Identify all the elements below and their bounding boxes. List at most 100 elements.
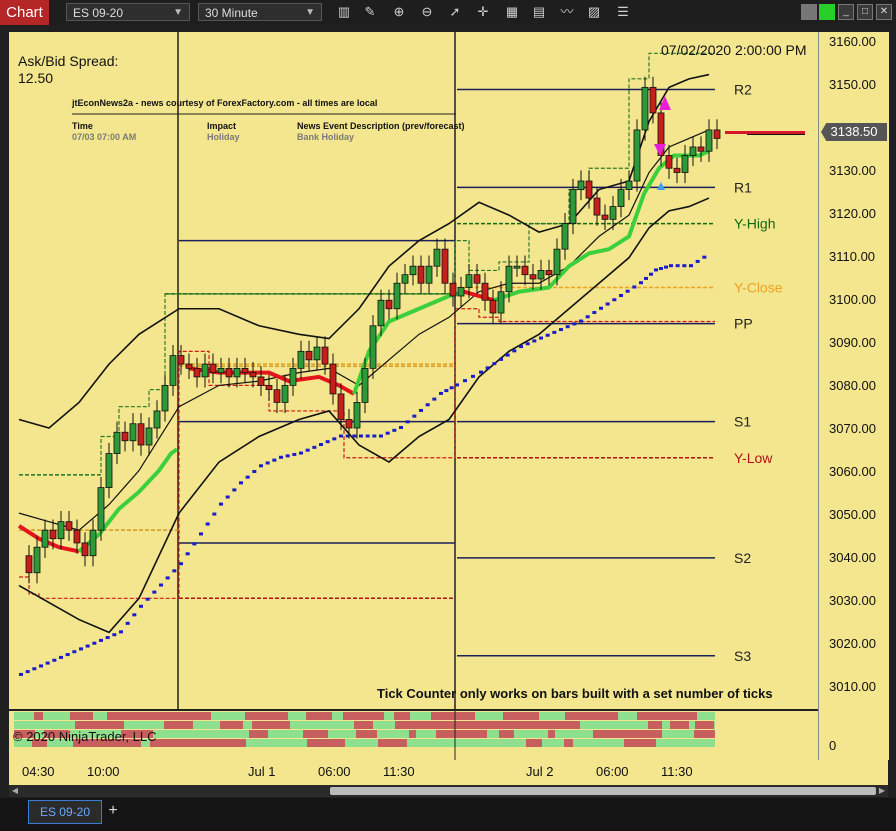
price-axis-tick: 3070.00 bbox=[829, 421, 876, 436]
candle bbox=[529, 274, 537, 280]
price-axis-tick: 3150.00 bbox=[829, 77, 876, 92]
candle bbox=[297, 350, 305, 369]
tick-counter-block bbox=[75, 721, 97, 729]
candle bbox=[377, 299, 385, 327]
interval-selector[interactable]: 30 Minute ▼ bbox=[198, 3, 322, 21]
parabolic-dot bbox=[419, 408, 423, 412]
tab-es-09-20[interactable]: ES 09-20 bbox=[28, 800, 102, 824]
bottom-bar bbox=[0, 798, 896, 831]
indicator-axis-tick: 0 bbox=[829, 738, 837, 753]
parabolic-dot bbox=[659, 267, 663, 271]
tick-counter-block bbox=[170, 721, 193, 729]
price-axis-tick: 3010.00 bbox=[829, 679, 876, 694]
tick-counter-block bbox=[580, 721, 586, 729]
parabolic-dot bbox=[152, 590, 157, 594]
scrollbar-thumb[interactable] bbox=[330, 787, 876, 795]
minimize-icon[interactable]: _ bbox=[838, 4, 854, 20]
news-col-impact: Impact bbox=[207, 121, 237, 131]
tick-counter-block bbox=[362, 712, 384, 720]
parabolic-dot bbox=[471, 374, 475, 378]
tick-counter-block bbox=[220, 721, 243, 729]
crosshair-icon[interactable]: ✛ bbox=[474, 3, 492, 21]
price-axis-tick: 3130.00 bbox=[829, 163, 876, 178]
tick-counter-block bbox=[394, 712, 410, 720]
tick-counter-note: Tick Counter only works on bars built wi… bbox=[377, 686, 773, 701]
scroll-right-icon[interactable]: ▶ bbox=[876, 785, 888, 797]
indicator-panel[interactable]: © 2020 NinjaTrader, LLC bbox=[9, 711, 818, 760]
zoom-in-icon[interactable]: ⊕ bbox=[390, 3, 408, 21]
parabolic-dot bbox=[239, 481, 243, 485]
price-axis-tick: 3020.00 bbox=[829, 636, 876, 651]
parabolic-dot bbox=[325, 440, 330, 444]
parabolic-dot bbox=[32, 667, 37, 671]
tick-counter-block bbox=[107, 712, 132, 720]
tick-counter-block bbox=[461, 730, 487, 738]
chart-trader-icon[interactable]: ▤ bbox=[530, 3, 548, 21]
link-green-icon[interactable] bbox=[819, 4, 835, 20]
parabolic-dot bbox=[312, 445, 317, 449]
tick-counter-block bbox=[164, 721, 170, 729]
interval-value: 30 Minute bbox=[205, 6, 258, 20]
price-axis[interactable]: 3160.003150.003140.003130.003120.003110.… bbox=[725, 32, 889, 760]
parabolic-dot bbox=[279, 455, 283, 459]
price-axis-tick: 3050.00 bbox=[829, 507, 876, 522]
chevron-down-icon: ▼ bbox=[173, 7, 183, 18]
tick-counter-block bbox=[307, 739, 337, 747]
time-axis[interactable]: 04:30 10:00 Jul 1 06:00 11:30 Jul 2 06:00 11:30 bbox=[9, 760, 888, 785]
candle bbox=[273, 389, 281, 403]
chart-tab[interactable]: Chart bbox=[0, 0, 49, 25]
candle bbox=[65, 521, 73, 531]
maximize-icon[interactable]: □ bbox=[857, 4, 873, 20]
zoom-out-icon[interactable]: ⊖ bbox=[418, 3, 436, 21]
mid-band bbox=[18, 129, 710, 531]
tick-counter-block bbox=[542, 721, 560, 729]
candle bbox=[201, 363, 209, 378]
signal-arrow bbox=[657, 182, 665, 190]
candle bbox=[393, 282, 401, 310]
parabolic-dot bbox=[505, 353, 510, 357]
tick-counter-block bbox=[618, 712, 637, 720]
parabolic-dot bbox=[702, 255, 707, 259]
parabolic-dot bbox=[25, 670, 30, 674]
close-icon[interactable]: ✕ bbox=[876, 4, 892, 20]
horizontal-scrollbar[interactable]: ◀ ▶ bbox=[9, 785, 888, 797]
parabolic-dot bbox=[639, 281, 643, 285]
add-tab-icon[interactable]: + bbox=[104, 800, 122, 822]
parabolic-dot bbox=[292, 452, 297, 456]
properties-icon[interactable]: ☰ bbox=[614, 3, 632, 21]
parabolic-dot bbox=[372, 434, 377, 438]
parabolic-dot bbox=[552, 330, 557, 334]
news-desc: Bank Holiday bbox=[297, 132, 355, 142]
candle bbox=[489, 299, 497, 314]
tick-counter-block bbox=[621, 721, 648, 729]
link-gray-icon[interactable] bbox=[801, 4, 817, 20]
tick-counter-block bbox=[224, 730, 249, 738]
parabolic-dot bbox=[92, 641, 97, 645]
parabolic-dot bbox=[99, 638, 103, 642]
instrument-selector[interactable]: ES 09-20 ▼ bbox=[66, 3, 190, 21]
tick-counter-block bbox=[573, 739, 603, 747]
parabolic-dot bbox=[192, 542, 197, 546]
tick-counter-block bbox=[560, 721, 580, 729]
bar-type-icon[interactable]: ▥ bbox=[335, 3, 353, 21]
candle bbox=[433, 248, 441, 267]
tick-counter-block bbox=[193, 721, 201, 729]
tick-counter-block bbox=[714, 721, 715, 729]
data-box-icon[interactable]: ▦ bbox=[503, 3, 521, 21]
tick-counter-block bbox=[555, 730, 566, 738]
scroll-left-icon[interactable]: ◀ bbox=[9, 785, 21, 797]
spread-label: Ask/Bid Spread: bbox=[18, 53, 119, 69]
tick-counter-block bbox=[290, 739, 307, 747]
tick-counter-block bbox=[70, 712, 93, 720]
strategies-icon[interactable]: ▨ bbox=[585, 3, 603, 21]
pivot-label: S1 bbox=[734, 414, 751, 430]
tick-counter-block bbox=[624, 739, 648, 747]
parabolic-dot bbox=[385, 431, 390, 435]
pointer-icon[interactable]: ➚ bbox=[446, 3, 464, 21]
indicators-icon[interactable]: 〰 bbox=[558, 3, 576, 21]
parabolic-dot bbox=[439, 391, 443, 395]
tick-counter-block bbox=[479, 721, 508, 729]
price-panel[interactable]: R2 R1 Y-High Y-Close PP S1 Y-Low S2 S3 Ask/Bid S… bbox=[9, 32, 818, 709]
draw-pencil-icon[interactable]: ✎ bbox=[361, 3, 379, 21]
candle bbox=[617, 189, 625, 207]
